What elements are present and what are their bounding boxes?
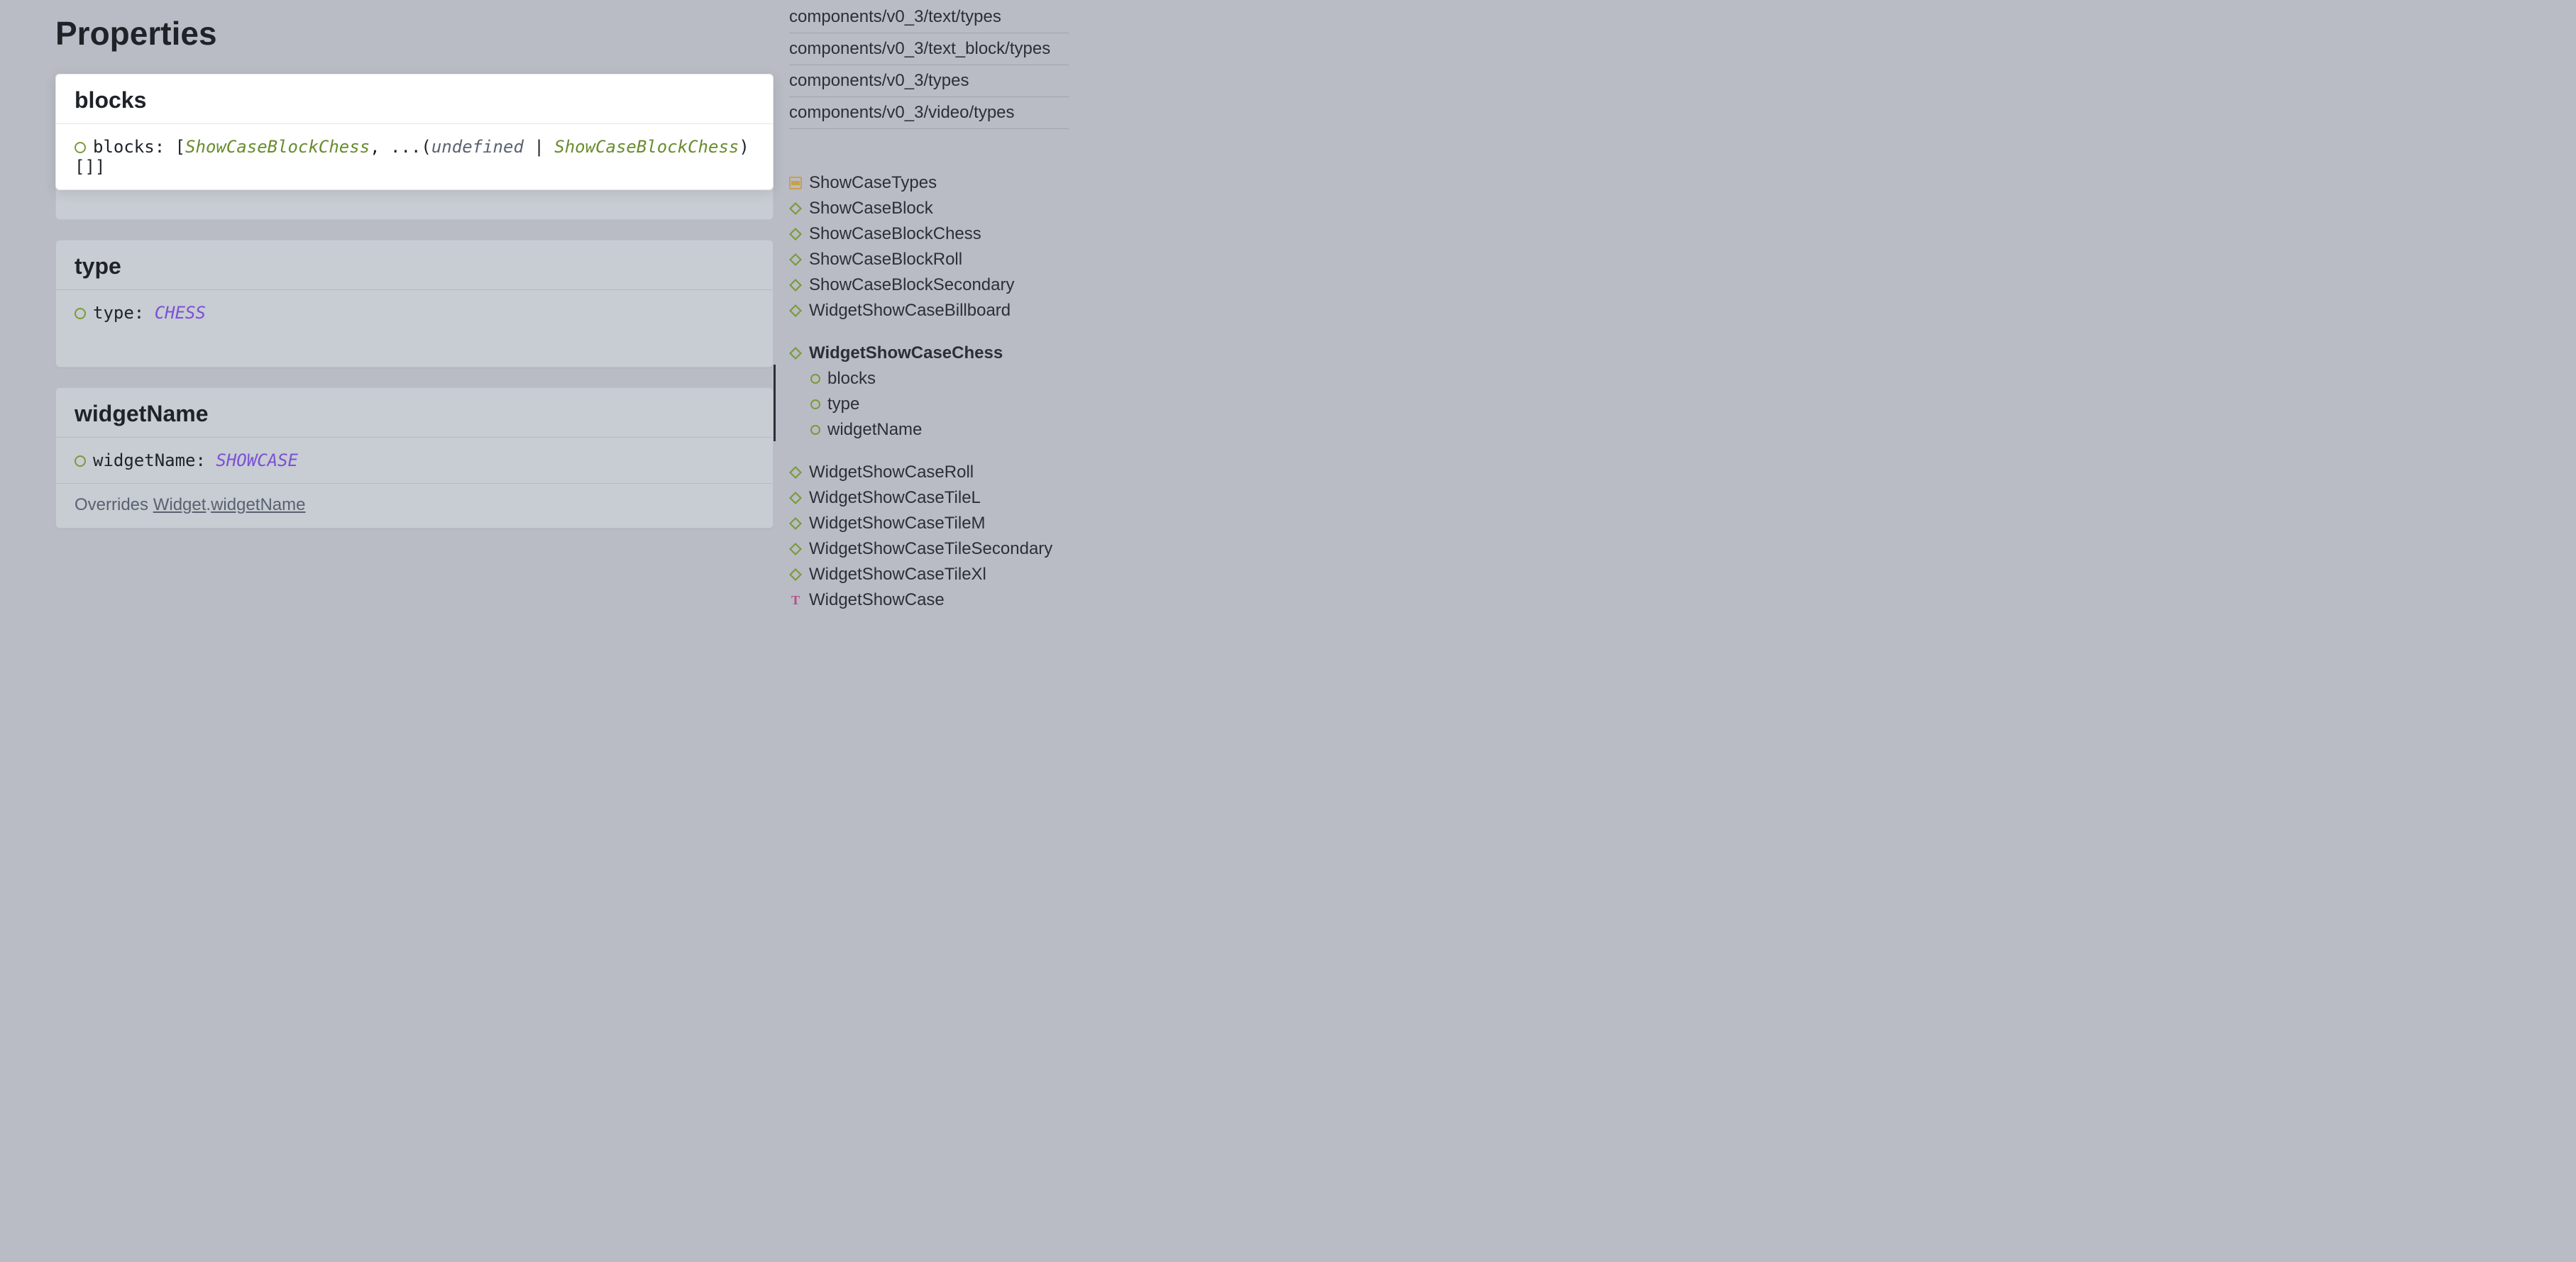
sig-name: blocks [93,137,155,157]
sig-name: type [93,303,134,323]
type-alias-icon: T [789,594,802,607]
sig-undefined: undefined [431,137,524,157]
sidebar-item-label: ShowCaseBlockSecondary [809,275,1015,295]
interface-icon [789,228,802,240]
panel-spacer [56,336,773,367]
sidebar-item-widget-show-case-chess[interactable]: WidgetShowCaseChess [789,341,1069,366]
sidebar-item-label: WidgetShowCaseBillboard [809,301,1011,321]
interface-icon [789,279,802,292]
property-kind-icon [75,455,86,467]
sidebar-item-label: type [827,394,859,414]
property-panel: blocksblocks: [ShowCaseBlockChess, ...(u… [55,74,774,190]
page: Properties blocksblocks: [ShowCaseBlockC… [0,0,2576,1262]
sidebar-item-label: blocks [827,369,876,389]
enum-icon [789,177,802,189]
sidebar-path-link[interactable]: components/v0_3/text_block/types [789,33,1069,65]
tree-separator [789,323,1069,341]
property-icon [810,425,820,435]
sidebar-item-widget-show-case-tile-m[interactable]: WidgetShowCaseTileM [789,511,1069,536]
sidebar-path-link[interactable]: components/v0_3/text/types [789,1,1069,33]
interface-icon [789,304,802,317]
property-icon [810,374,820,384]
interface-icon [789,492,802,504]
sidebar-item-label: WidgetShowCaseTileSecondary [809,539,1052,559]
sidebar-item-widget-show-case-tile-xl[interactable]: WidgetShowCaseTileXl [789,562,1069,587]
sidebar-item-label: WidgetShowCaseTileM [809,514,986,533]
overrides-member-link[interactable]: widgetName [211,495,305,514]
sidebar-item-show-case-block[interactable]: ShowCaseBlock [789,196,1069,221]
properties-list: blocksblocks: [ShowCaseBlockChess, ...(u… [55,74,774,528]
sidebar-item-label: widgetName [827,420,922,440]
interface-icon [789,253,802,266]
sidebar-item-label: ShowCaseBlock [809,199,933,218]
interface-icon [789,347,802,360]
overrides-parent-link[interactable]: Widget [153,495,207,514]
property-panel: widgetNamewidgetName: SHOWCASEOverrides … [55,387,774,528]
sidebar-item-type[interactable]: type [789,392,1069,417]
sidebar-item-label: ShowCaseBlockRoll [809,250,962,270]
panel-underlay [55,189,774,220]
sig-punc: : [196,450,216,470]
sidebar-item-show-case-types[interactable]: ShowCaseTypes [789,170,1069,196]
property-name[interactable]: type [56,240,773,290]
sidebar-path-link[interactable]: components/v0_3/video/types [789,97,1069,129]
sidebar-item-show-case-block-secondary[interactable]: ShowCaseBlockSecondary [789,272,1069,298]
sidebar-item-widget-show-case-billboard[interactable]: WidgetShowCaseBillboard [789,298,1069,323]
sidebar-active-group: WidgetShowCaseChess blocks type widgetName [789,341,1069,443]
main-content: Properties blocksblocks: [ShowCaseBlockC… [0,0,774,1262]
sidebar-item-widget-show-case-roll[interactable]: WidgetShowCaseRoll [789,460,1069,485]
property-name[interactable]: blocks [56,74,773,124]
sidebar-paths: components/v0_3/text/typescomponents/v0_… [789,1,1069,129]
sidebar-tree: ShowCaseTypes ShowCaseBlock ShowCaseBlockC… [789,170,1069,613]
section-title: Properties [55,14,774,52]
interface-icon [789,543,802,555]
property-icon [810,399,820,409]
property-kind-icon [75,308,86,319]
interface-icon [789,517,802,530]
sidebar-item-widget-show-case-tile-l[interactable]: WidgetShowCaseTileL [789,485,1069,511]
interface-icon [789,202,802,215]
sig-punc: : [134,303,155,323]
sig-const-ref[interactable]: SHOWCASE [216,450,298,470]
sidebar-item-label: WidgetShowCaseChess [809,343,1003,363]
sidebar-item-show-case-block-roll[interactable]: ShowCaseBlockRoll [789,247,1069,272]
sidebar-path-link[interactable]: components/v0_3/types [789,65,1069,97]
sig-const-ref[interactable]: CHESS [155,303,206,323]
property-signature: widgetName: SHOWCASE [56,438,773,483]
sidebar-item-widget-show-case[interactable]: T WidgetShowCase [789,587,1069,613]
sidebar-item-label: ShowCaseBlockChess [809,224,981,244]
sig-punc: : [ [155,137,185,157]
interface-icon [789,466,802,479]
sidebar: components/v0_3/text/typescomponents/v0_… [774,0,1069,1262]
sig-punc: , ...( [370,137,431,157]
sidebar-item-label: ShowCaseTypes [809,173,937,193]
sidebar-item-label: WidgetShowCaseRoll [809,463,974,482]
overrides-label: Overrides [75,495,153,514]
property-kind-icon [75,142,86,153]
tree-separator [789,443,1069,460]
sidebar-item-show-case-block-chess[interactable]: ShowCaseBlockChess [789,221,1069,247]
sidebar-item-blocks[interactable]: blocks [789,366,1069,392]
property-overrides: Overrides Widget.widgetName [56,483,773,528]
sig-type-ref[interactable]: ShowCaseBlockChess [554,137,739,157]
sig-type-ref[interactable]: ShowCaseBlockChess [185,137,370,157]
property-name[interactable]: widgetName [56,388,773,438]
property-signature: blocks: [ShowCaseBlockChess, ...(undefin… [56,124,773,189]
interface-icon [789,568,802,581]
sidebar-item-widget-show-case-tile-secondary[interactable]: WidgetShowCaseTileSecondary [789,536,1069,562]
property-panel: typetype: CHESS [55,240,774,367]
sig-punc: | [524,137,554,157]
sidebar-item-widget-name[interactable]: widgetName [789,417,1069,443]
sidebar-item-label: WidgetShowCase [809,590,945,610]
sidebar-item-label: WidgetShowCaseTileL [809,488,981,508]
sig-name: widgetName [93,450,196,470]
property-signature: type: CHESS [56,290,773,336]
sidebar-item-label: WidgetShowCaseTileXl [809,565,986,585]
